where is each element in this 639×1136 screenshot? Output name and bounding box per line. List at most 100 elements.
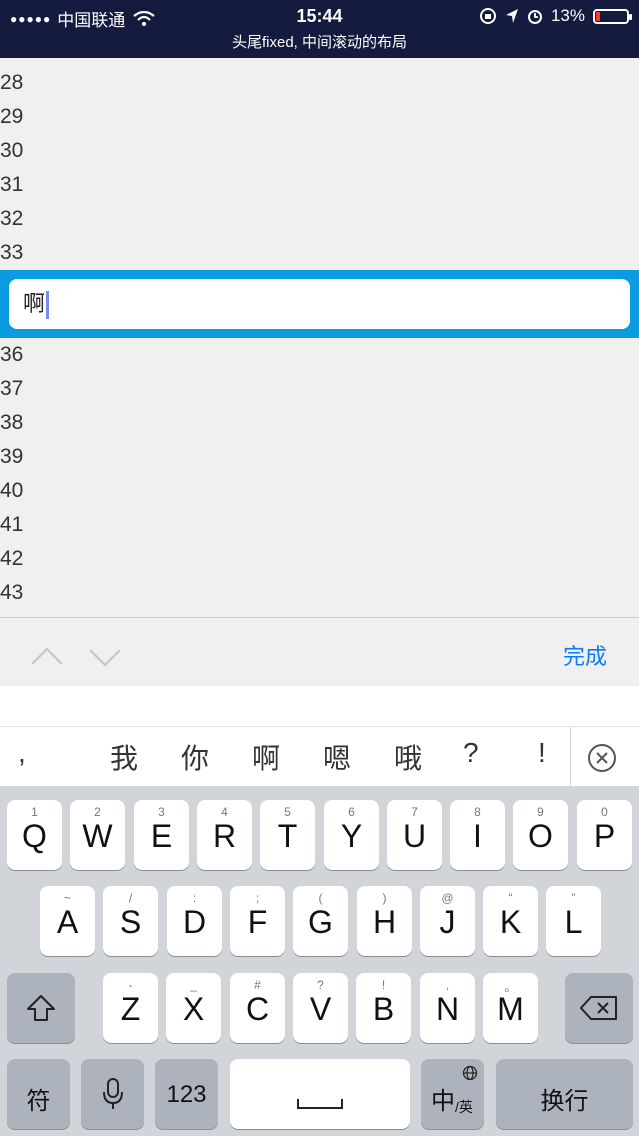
letter-key[interactable]: 。 M — [483, 973, 538, 1043]
symbols-key[interactable]: 符 — [7, 1059, 70, 1129]
scroll-list-top[interactable]: 28 29 30 31 32 33 — [0, 66, 639, 270]
letter-key[interactable]: 7U — [387, 800, 442, 870]
letter-key[interactable]: (G — [293, 886, 348, 956]
key-secondary-label: 3 — [158, 805, 165, 819]
key-secondary-label: 4 — [221, 805, 228, 819]
key-label: A — [56, 904, 79, 940]
list-item: 42 — [0, 547, 24, 570]
language-key-main: 中 — [431, 1088, 455, 1115]
letter-key[interactable]: :D — [167, 886, 222, 956]
space-key[interactable] — [230, 1059, 410, 1129]
input-value: 啊 — [23, 291, 46, 316]
letter-key[interactable]: -Z — [103, 973, 158, 1043]
numbers-key[interactable]: 123 — [155, 1059, 218, 1129]
microphone-icon — [102, 1078, 123, 1109]
key-label: V — [309, 991, 332, 1027]
list-item: 40 — [0, 479, 24, 502]
key-label: J — [439, 904, 456, 940]
key-secondary-label: 1 — [31, 805, 38, 819]
letter-key[interactable]: ~ A — [40, 886, 95, 956]
list-item: 37 — [0, 377, 24, 400]
candidate-item[interactable]: ! — [538, 737, 546, 769]
letter-key[interactable]: 9O — [513, 800, 568, 870]
key-secondary-label: 2 — [94, 805, 101, 819]
list-item: 30 — [0, 139, 24, 162]
letter-key[interactable]: 6Y — [324, 800, 379, 870]
text-input[interactable]: 啊 — [9, 279, 630, 329]
letter-key[interactable]: # C — [230, 973, 285, 1043]
letter-key[interactable]: 4R — [197, 800, 252, 870]
key-label: I — [473, 818, 482, 854]
previous-field-button[interactable] — [30, 640, 64, 674]
key-secondary-label: ~ — [63, 891, 71, 905]
candidate-item[interactable]: 我 — [110, 737, 138, 777]
candidate-item[interactable]: 啊 — [252, 737, 280, 777]
dictation-key[interactable] — [81, 1059, 144, 1129]
done-button[interactable]: 完成 — [563, 639, 607, 671]
key-secondary-label: # — [254, 978, 261, 992]
key-secondary-label: 8 — [474, 805, 481, 819]
key-secondary-label: 7 — [411, 805, 418, 819]
letter-key[interactable]: _ X — [166, 973, 221, 1043]
letter-key[interactable]: ” L — [546, 886, 601, 956]
letter-key[interactable]: 2W — [70, 800, 125, 870]
scroll-list-bottom[interactable]: 36 37 38 39 40 41 42 43 — [0, 338, 639, 610]
keyboard-accessory-bar: 完成 — [0, 617, 639, 686]
key-label: T — [277, 818, 298, 854]
alarm-icon — [527, 10, 542, 24]
candidate-item[interactable]: ? — [463, 737, 479, 769]
next-field-button[interactable] — [88, 640, 122, 674]
key-label: W — [82, 818, 113, 854]
clear-candidates-icon[interactable] — [586, 742, 618, 774]
key-secondary-label: 0 — [601, 805, 608, 819]
letter-key[interactable]: 8I — [450, 800, 505, 870]
letter-key[interactable]: 3E — [134, 800, 189, 870]
letter-key[interactable]: ? V — [293, 973, 348, 1043]
input-bar: 啊 — [0, 270, 639, 338]
numbers-key-label: 123 — [166, 1081, 207, 1108]
letter-key[interactable]: ) H — [357, 886, 412, 956]
list-item: 36 — [0, 343, 24, 366]
key-label: F — [247, 904, 268, 940]
candidate-item[interactable]: 嗯 — [323, 737, 351, 777]
battery-percent: 13% — [550, 6, 585, 25]
key-secondary-label: ! — [381, 978, 386, 992]
list-item: 33 — [0, 241, 24, 264]
list-item: 38 — [0, 411, 24, 434]
key-label: H — [372, 904, 397, 940]
letter-key[interactable]: / S — [103, 886, 158, 956]
letter-key[interactable]: @ J — [420, 886, 475, 956]
candidate-item[interactable]: 你 — [181, 737, 209, 777]
battery-level — [596, 11, 600, 21]
key-label: D — [182, 904, 207, 940]
text-cursor — [46, 291, 50, 320]
key-label: U — [402, 818, 427, 854]
key-secondary-label: / — [128, 891, 133, 905]
key-label: Q — [22, 818, 47, 854]
symbols-key-label: 符 — [26, 1088, 51, 1115]
key-secondary-label: ” — [571, 891, 576, 905]
letter-key[interactable]: ,N — [420, 973, 475, 1043]
shift-key[interactable] — [7, 973, 75, 1043]
fixed-header: ●●●●● 中国联通 15:44 13% 头尾fixed, 中间滚动的布局 — [0, 0, 639, 58]
key-secondary-label: - — [128, 978, 133, 992]
letter-key[interactable]: ! B — [356, 973, 411, 1043]
key-secondary-label: 5 — [284, 805, 291, 819]
key-secondary-label: : — [192, 891, 197, 905]
key-label: M — [497, 991, 524, 1027]
return-key-label: 换行 — [540, 1088, 589, 1115]
backspace-key[interactable] — [565, 973, 633, 1043]
letter-key[interactable]: “K — [483, 886, 538, 956]
candidate-item[interactable]: 哦 — [394, 737, 422, 777]
key-secondary-label: ? — [317, 978, 324, 992]
key-secondary-label: 9 — [537, 805, 544, 819]
candidate-divider — [570, 727, 571, 787]
candidate-item[interactable]: , — [18, 737, 26, 769]
letter-key[interactable]: 5T — [260, 800, 315, 870]
letter-key[interactable]: 1Q — [7, 800, 62, 870]
list-item: 31 — [0, 173, 24, 196]
return-key[interactable]: 换行 — [496, 1059, 633, 1129]
letter-key[interactable]: 0P — [577, 800, 632, 870]
letter-key[interactable]: ; F — [230, 886, 285, 956]
language-key[interactable]: 中 /英 — [421, 1059, 484, 1129]
